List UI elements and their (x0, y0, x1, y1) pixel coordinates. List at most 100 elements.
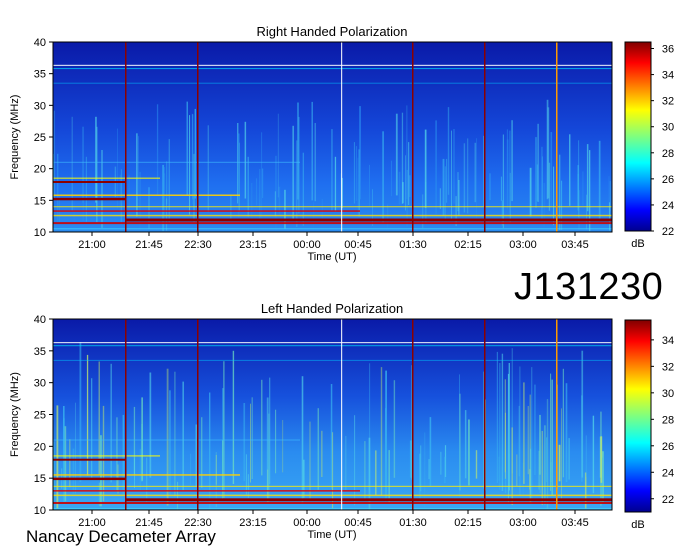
colorbar-tick-label: 32 (662, 361, 674, 373)
noise-streak (428, 459, 430, 480)
noise-streak (174, 371, 176, 497)
noise-streak (501, 200, 504, 226)
rfi-band (53, 494, 612, 497)
noise-streak (189, 115, 191, 215)
y-tick-label: 35 (34, 346, 46, 358)
x-axis-label: Time (UT) (307, 251, 356, 263)
noise-streak (194, 108, 196, 199)
noise-streak (53, 110, 55, 201)
noise-streak (455, 196, 457, 227)
noise-streak (223, 361, 225, 498)
event-line (125, 319, 127, 510)
y-axis-label: Frequency (MHz) (9, 372, 21, 457)
noise-streak (600, 436, 603, 483)
noise-streak (82, 198, 84, 222)
rfi-band (53, 342, 612, 344)
noise-streak (435, 120, 437, 215)
x-tick-label: 03:00 (509, 239, 537, 251)
rfi-band (53, 68, 612, 70)
noise-streak (330, 384, 333, 490)
noise-streak (277, 113, 279, 198)
x-tick-label: 22:30 (184, 239, 212, 251)
noise-streak (345, 435, 347, 491)
noise-streak (534, 384, 536, 476)
noise-streak (474, 142, 477, 203)
station-label: Nancay Decameter Array (26, 527, 216, 546)
noise-streak (385, 408, 387, 504)
x-tick-label: 00:00 (293, 239, 321, 251)
noise-streak (296, 140, 298, 227)
noise-streak (598, 140, 601, 221)
noise-streak (321, 430, 323, 477)
rfi-band (53, 458, 125, 461)
noise-streak (536, 164, 539, 202)
colorbar-tick-label: 26 (662, 441, 674, 453)
event-line (125, 42, 127, 232)
rfi-band (53, 228, 612, 230)
noise-streak (79, 342, 82, 482)
noise-streak (96, 126, 98, 223)
noise-streak (261, 379, 263, 476)
noise-streak (444, 166, 446, 222)
noise-streak (442, 158, 445, 216)
noise-streak (56, 405, 59, 509)
noise-streak (586, 144, 589, 212)
noise-streak (546, 399, 549, 509)
noise-streak (544, 425, 546, 505)
x-tick-label: 02:15 (454, 239, 482, 251)
y-tick-label: 30 (34, 100, 46, 112)
noise-streak (244, 121, 247, 199)
noise-streak (529, 167, 532, 217)
noise-streak (250, 403, 251, 483)
colorbar-tick-label: 24 (662, 200, 674, 212)
colorbar-label: dB (631, 238, 644, 250)
noise-streak (508, 363, 510, 491)
noise-streak (501, 353, 504, 491)
noise-streak (247, 156, 249, 217)
colorbar-tick-label: 32 (662, 96, 674, 108)
noise-streak (439, 188, 441, 209)
rfi-band (53, 508, 612, 510)
x-tick-label: 01:30 (399, 517, 427, 529)
noise-streak (375, 450, 377, 495)
noise-streak (251, 397, 253, 479)
noise-streak (364, 441, 366, 500)
noise-streak (405, 155, 406, 211)
noise-streak (406, 105, 408, 199)
event-line (484, 42, 486, 232)
y-tick-label: 10 (34, 505, 46, 517)
noise-streak (256, 178, 258, 206)
noise-streak (102, 405, 105, 502)
colorbar-tick-label: 36 (662, 44, 674, 56)
noise-streak (192, 114, 194, 200)
y-tick-label: 15 (34, 473, 46, 485)
noise-streak (139, 448, 141, 491)
event-line (556, 42, 558, 232)
noise-streak (357, 157, 359, 218)
noise-streak (582, 171, 584, 206)
colorbar-label: dB (631, 519, 644, 531)
noise-streak (511, 427, 513, 505)
colorbar (624, 41, 652, 232)
noise-streak (110, 363, 112, 483)
panel-left-handed: 1015202530354021:00 21:45 22:30 23:15 00:00 0… (9, 301, 674, 541)
noise-streak (355, 146, 357, 201)
rfi-band (53, 206, 612, 208)
noise-streak (453, 129, 455, 204)
rfi-band (53, 222, 612, 225)
noise-streak (581, 350, 584, 478)
noise-streak (98, 361, 100, 475)
event-line (484, 319, 486, 510)
noise-streak (303, 459, 305, 498)
noise-streak (57, 153, 59, 224)
noise-streak (489, 173, 491, 201)
rfi-band (53, 439, 300, 441)
noise-streak (408, 142, 410, 205)
noise-streak (541, 156, 543, 208)
y-tick-label: 20 (34, 441, 46, 453)
rfi-band (53, 490, 360, 492)
noise-streak (504, 412, 506, 479)
noise-streak (468, 419, 470, 486)
y-tick-label: 20 (34, 164, 46, 176)
noise-streak (165, 198, 168, 231)
